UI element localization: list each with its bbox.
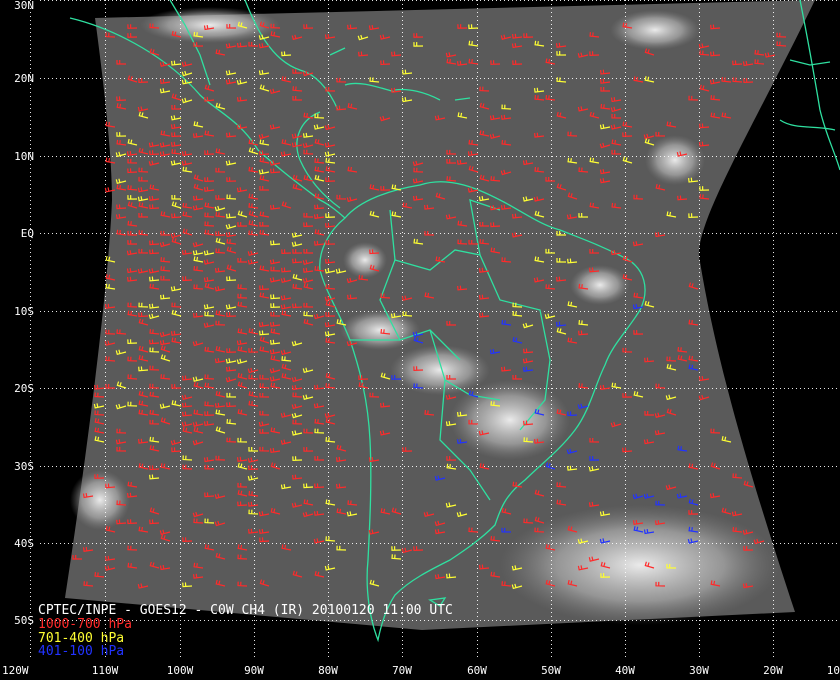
latitude-label: 20S (14, 382, 34, 395)
latitude-label: 40S (14, 537, 34, 550)
longitude-label: 10 (827, 664, 840, 677)
longitude-label: 110W (92, 664, 119, 677)
longitude-label: 90W (244, 664, 264, 677)
latitude-label: 30S (14, 460, 34, 473)
longitude-label: 70W (392, 664, 412, 677)
latitude-label: 10N (14, 150, 34, 163)
latitude-label: 20N (14, 72, 34, 85)
longitude-label: 100W (167, 664, 194, 677)
product-title: CPTEC/INPE - GOES12 - C0W CH4 (IR) 20100… (38, 603, 453, 618)
map-canvas: 30N 20N 10N EQ 10S 20S 30S 40S 50S 120W 110W 100W 90… (2, 0, 840, 677)
legend-high-level: 401-100 hPa (38, 644, 125, 659)
latitude-label: 10S (14, 305, 34, 318)
longitude-label: 120W (2, 664, 29, 677)
longitude-label: 60W (467, 664, 487, 677)
latitude-label: 30N (14, 0, 34, 12)
longitude-label: 20W (763, 664, 783, 677)
legend-low-level: 1000-700 hPa (38, 617, 132, 632)
satellite-wind-map: 30N 20N 10N EQ 10S 20S 30S 40S 50S 120W 110W 100W 90… (0, 0, 840, 680)
longitude-label: 80W (318, 664, 338, 677)
longitude-label: 30W (689, 664, 709, 677)
latitude-label: EQ (21, 227, 34, 240)
latitude-label: 50S (14, 614, 34, 627)
longitude-label: 50W (541, 664, 561, 677)
longitude-label: 40W (615, 664, 635, 677)
